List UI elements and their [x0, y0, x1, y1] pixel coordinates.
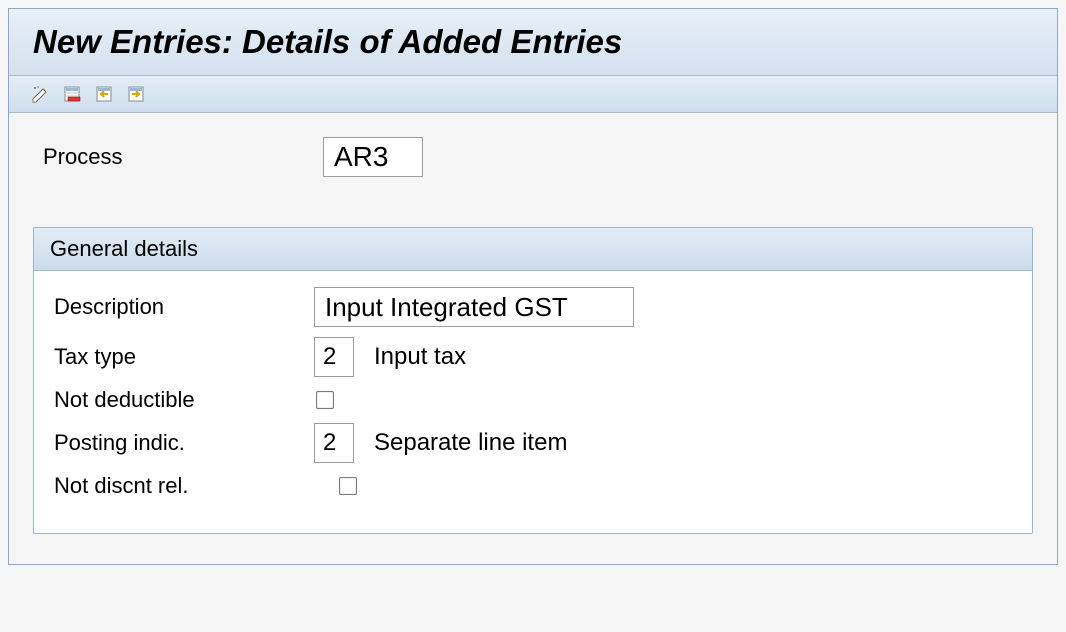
posting-indic-label: Posting indic.	[44, 430, 314, 456]
group-body: Description Tax type Input tax Not deduc…	[34, 271, 1032, 533]
not-discnt-rel-label: Not discnt rel.	[44, 473, 314, 499]
not-deductible-label: Not deductible	[44, 387, 314, 413]
posting-indic-input[interactable]	[314, 423, 354, 463]
not-discnt-rel-checkbox[interactable]	[339, 477, 357, 495]
toolbar	[9, 76, 1057, 113]
next-entry-button[interactable]	[123, 82, 151, 106]
sap-window: New Entries: Details of Added Entries	[8, 8, 1058, 565]
description-input[interactable]	[314, 287, 634, 327]
content-area: Process General details Description Tax …	[9, 113, 1057, 564]
title-bar: New Entries: Details of Added Entries	[9, 9, 1057, 76]
group-header: General details	[34, 228, 1032, 271]
description-row: Description	[44, 287, 1022, 327]
process-row: Process	[33, 137, 1033, 177]
posting-indic-text: Separate line item	[374, 429, 567, 457]
previous-entry-button[interactable]	[91, 82, 119, 106]
tax-type-input[interactable]	[314, 337, 354, 377]
description-label: Description	[44, 294, 314, 320]
tax-type-label: Tax type	[44, 344, 314, 370]
delete-row-icon	[63, 85, 83, 103]
process-input[interactable]	[323, 137, 423, 177]
pencil-icon	[31, 85, 51, 103]
process-label: Process	[33, 144, 323, 170]
posting-indic-row: Posting indic. Separate line item	[44, 423, 1022, 463]
not-deductible-row: Not deductible	[44, 387, 1022, 413]
toggle-edit-button[interactable]	[27, 82, 55, 106]
page-title: New Entries: Details of Added Entries	[33, 23, 1033, 61]
general-details-group: General details Description Tax type Inp…	[33, 227, 1033, 534]
previous-icon	[95, 85, 115, 103]
not-discnt-rel-row: Not discnt rel.	[44, 473, 1022, 499]
tax-type-row: Tax type Input tax	[44, 337, 1022, 377]
delete-button[interactable]	[59, 82, 87, 106]
not-deductible-checkbox[interactable]	[316, 391, 334, 409]
tax-type-text: Input tax	[374, 343, 466, 371]
next-icon	[127, 85, 147, 103]
